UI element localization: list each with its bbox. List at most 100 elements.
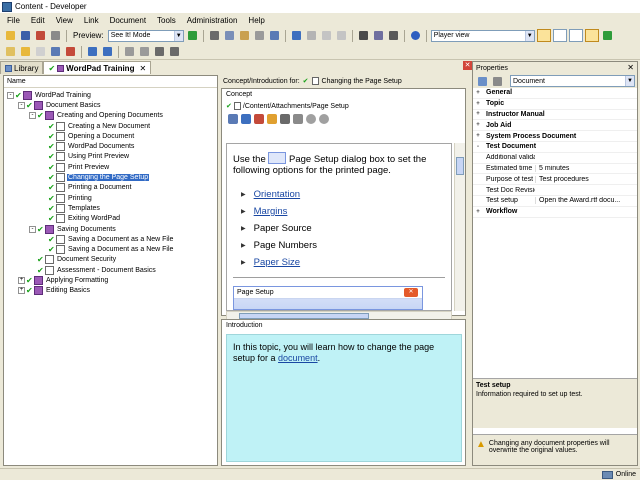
tree-node[interactable]: ✔ Creating a New Document (4, 121, 217, 131)
tree-node[interactable]: ✔ Saving a Document as a New File (4, 244, 217, 255)
tree-node[interactable]: - ✔ WordPad Training (4, 90, 217, 100)
tree-node[interactable]: - ✔ Saving Documents (4, 224, 217, 234)
property-category[interactable]: + Job Aid (473, 120, 637, 132)
menu-file[interactable]: File (6, 16, 21, 25)
tree-node[interactable]: - ✔ Creating and Opening Documents (4, 111, 217, 121)
redo-icon[interactable] (305, 29, 318, 42)
stop-icon[interactable] (306, 114, 316, 124)
concept-vertical-scrollbar[interactable] (454, 143, 465, 311)
unlink-icon[interactable] (335, 29, 348, 42)
collapse-icon[interactable]: - (29, 225, 36, 233)
promote-icon[interactable] (123, 45, 136, 58)
property-category[interactable]: + Workflow (473, 206, 637, 218)
tree-node[interactable]: ✔ Assessment - Document Basics (4, 265, 217, 275)
edit-icon[interactable] (267, 114, 277, 124)
expand-icon[interactable]: + (473, 101, 483, 107)
property-category[interactable]: + System Process Document (473, 131, 637, 142)
tree-node[interactable]: ✔ WordPad Documents (4, 141, 217, 152)
expand-icon[interactable] (153, 45, 166, 58)
view-mode-select[interactable]: Player view ▼ (430, 29, 535, 42)
link-icon[interactable] (320, 29, 333, 42)
rename-icon[interactable] (49, 45, 62, 58)
layout-grid-icon[interactable] (552, 29, 567, 42)
option-margins[interactable]: Margins (241, 203, 445, 220)
concept-document[interactable]: Use the Page Setup dialog box to set the… (226, 143, 452, 311)
undo-icon[interactable] (290, 29, 303, 42)
new-document-icon[interactable] (4, 45, 17, 58)
tree-node[interactable]: ✔ Print Preview (4, 162, 217, 172)
menu-view[interactable]: View (55, 16, 74, 25)
attach-icon[interactable] (241, 114, 251, 124)
paste-icon[interactable] (238, 29, 251, 42)
menu-link[interactable]: Link (83, 16, 100, 25)
new-page-icon[interactable] (34, 45, 47, 58)
spell-check-icon[interactable] (372, 29, 385, 42)
attachment-path[interactable]: /Content/Attachments/Page Setup (243, 103, 349, 110)
close-icon[interactable]: ✕ (139, 64, 146, 73)
close-icon[interactable]: ✕ (463, 61, 472, 70)
expand-icon[interactable]: + (18, 287, 25, 295)
property-row[interactable]: Purpose of test Test procedures (473, 174, 637, 186)
link-icon[interactable] (228, 114, 238, 124)
expand-icon[interactable]: + (473, 122, 483, 128)
copy-icon[interactable] (223, 29, 236, 42)
binoculars-icon[interactable] (357, 29, 370, 42)
refresh-icon[interactable] (601, 29, 614, 42)
expand-icon[interactable]: + (18, 276, 25, 284)
property-row[interactable]: Test setup Open the Award.rtf docu... (473, 196, 637, 207)
introduction-body[interactable]: In this topic, you will learn how to cha… (226, 334, 462, 462)
tree-node[interactable]: ✔ Saving a Document as a New File (4, 234, 217, 244)
collapse-icon[interactable] (168, 45, 181, 58)
delete-node-icon[interactable] (64, 45, 77, 58)
remove-link-icon[interactable] (254, 114, 264, 124)
property-value[interactable]: Open the Award.rtf docu... (535, 197, 637, 205)
property-value[interactable]: Test procedures (535, 175, 637, 183)
collapse-icon[interactable]: - (473, 144, 483, 150)
preview-mode-select[interactable]: See It! Mode ▼ (107, 29, 184, 42)
properties-icon[interactable] (34, 29, 47, 42)
help-icon[interactable] (409, 29, 422, 42)
properties-object-select[interactable]: Document ▼ (510, 75, 635, 87)
tree-node[interactable]: ✔ Templates (4, 203, 217, 213)
tree-node[interactable]: ✔ Exiting WordPad (4, 214, 217, 224)
tab-library[interactable]: Library (0, 61, 44, 74)
go-icon[interactable] (186, 29, 199, 42)
save-icon[interactable] (19, 29, 32, 42)
layout-right-icon[interactable] (568, 29, 583, 42)
demote-icon[interactable] (138, 45, 151, 58)
print-icon[interactable] (49, 29, 62, 42)
menu-edit[interactable]: Edit (30, 16, 46, 25)
tree-node[interactable]: ✔ Opening a Document (4, 131, 217, 141)
property-category[interactable]: + Topic (473, 98, 637, 110)
menu-administration[interactable]: Administration (186, 16, 239, 25)
preview-icon[interactable] (293, 114, 303, 124)
move-down-icon[interactable] (101, 45, 114, 58)
property-category[interactable]: - Test Document (473, 141, 637, 153)
record-icon[interactable] (319, 114, 329, 124)
collapse-icon[interactable]: - (29, 112, 36, 120)
property-category[interactable]: + General (473, 88, 637, 99)
option-paper-size[interactable]: Paper Size (241, 254, 445, 271)
new-folder-icon[interactable] (19, 45, 32, 58)
expand-icon[interactable]: + (473, 90, 483, 96)
filter-icon[interactable] (387, 29, 400, 42)
menu-help[interactable]: Help (247, 16, 265, 25)
expand-icon[interactable]: + (473, 133, 483, 139)
open-folder-icon[interactable] (4, 29, 17, 42)
tree-node[interactable]: - ✔ Document Basics (4, 100, 217, 110)
collapse-icon[interactable]: - (18, 101, 25, 109)
settings-icon[interactable] (280, 114, 290, 124)
property-row[interactable]: Estimated time 5 minutes (473, 164, 637, 175)
tab-wordpad-training[interactable]: ✔ WordPad Training ✕ (43, 61, 152, 74)
tree-column-header[interactable]: Name (4, 76, 217, 88)
sort-az-icon[interactable] (491, 75, 504, 88)
tree-node[interactable]: ✔ Using Print Preview (4, 152, 217, 162)
collapse-icon[interactable]: - (7, 91, 14, 99)
property-row[interactable]: Additional valida... (473, 153, 637, 164)
menu-tools[interactable]: Tools (156, 16, 177, 25)
tree-node[interactable]: ✔ Document Security (4, 255, 217, 265)
menu-document[interactable]: Document (109, 16, 147, 25)
categorized-icon[interactable] (476, 75, 489, 88)
property-category[interactable]: + Instructor Manual (473, 109, 637, 121)
document-link[interactable]: document (278, 353, 318, 363)
